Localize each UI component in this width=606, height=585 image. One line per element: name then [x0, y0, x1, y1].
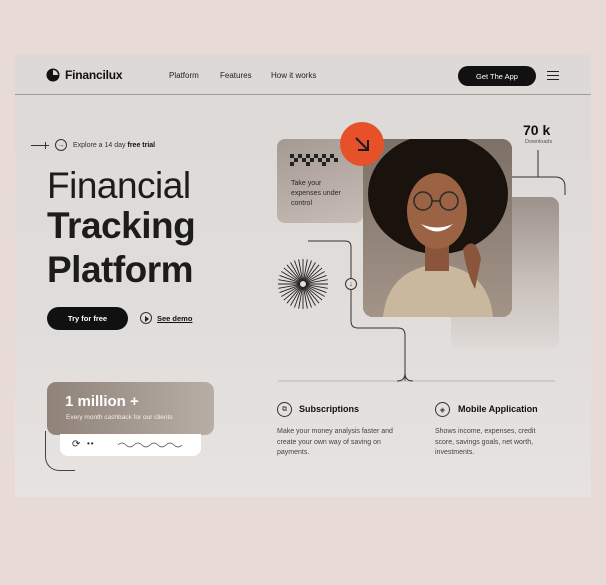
hero-title-line2: Tracking [47, 205, 196, 246]
repeat-icon: ⧉ [277, 402, 292, 417]
arrow-down-icon[interactable]: ↓ [345, 278, 357, 290]
try-free-button[interactable]: Try for free [47, 307, 128, 330]
cashback-caption: Every month cashback for our clients [66, 414, 173, 421]
dots-icon: •• [87, 439, 95, 448]
activity-chip: ⟳ •• [60, 434, 201, 456]
see-demo-label: See demo [157, 313, 193, 323]
landing-page: Financilux Platform Features How it work… [15, 55, 591, 497]
logo-icon [46, 68, 60, 82]
nav-link-how-it-works[interactable]: How it works [271, 71, 316, 80]
hero-title-line3: Platform [47, 249, 194, 290]
nav-link-platform[interactable]: Platform [169, 71, 199, 80]
play-icon [140, 312, 152, 324]
top-nav: Financilux Platform Features How it work… [15, 55, 591, 95]
feature-desc-mobile-app: Shows income, expenses, credit score, sa… [435, 428, 536, 456]
portrait-image [363, 139, 512, 317]
smiling-woman-photo [363, 139, 512, 317]
sync-icon: ⟳ [72, 439, 81, 450]
brand-logo[interactable]: Financilux [46, 68, 123, 82]
see-demo-link[interactable]: See demo [140, 312, 192, 324]
layers-icon: ◈ [435, 402, 450, 417]
sunburst-icon [278, 259, 328, 309]
hamburger-menu-icon[interactable] [547, 71, 559, 80]
feature-title-subscriptions: Subscriptions [299, 404, 360, 414]
get-app-button[interactable]: Get The App [458, 66, 536, 86]
trial-text: Explore a 14 day free trial [73, 141, 156, 149]
feature-desc-subscriptions: Make your money analysis faster and crea… [277, 428, 393, 456]
wave-line-icon [118, 442, 183, 448]
downloads-label: Downloads [525, 139, 553, 145]
cashback-stat-card: 1 million + Every month cashback for our… [47, 382, 214, 435]
hero-title-line1: Financial [47, 165, 191, 206]
cashback-value: 1 million + [65, 393, 139, 410]
trial-banner[interactable]: → Explore a 14 day free trial [31, 139, 155, 151]
trial-line [31, 141, 49, 149]
checker-pattern-icon [290, 154, 338, 166]
downloads-value: 70 k [523, 122, 551, 138]
expenses-card-text: Take your expenses under control [291, 180, 341, 207]
arrow-right-icon: → [55, 139, 67, 151]
feature-title-mobile-app: Mobile Application [458, 404, 538, 414]
arrow-down-right-icon [355, 137, 369, 151]
brand-name: Financilux [65, 68, 123, 82]
arrow-down-right-badge[interactable] [340, 122, 384, 166]
nav-link-features[interactable]: Features [220, 71, 252, 80]
